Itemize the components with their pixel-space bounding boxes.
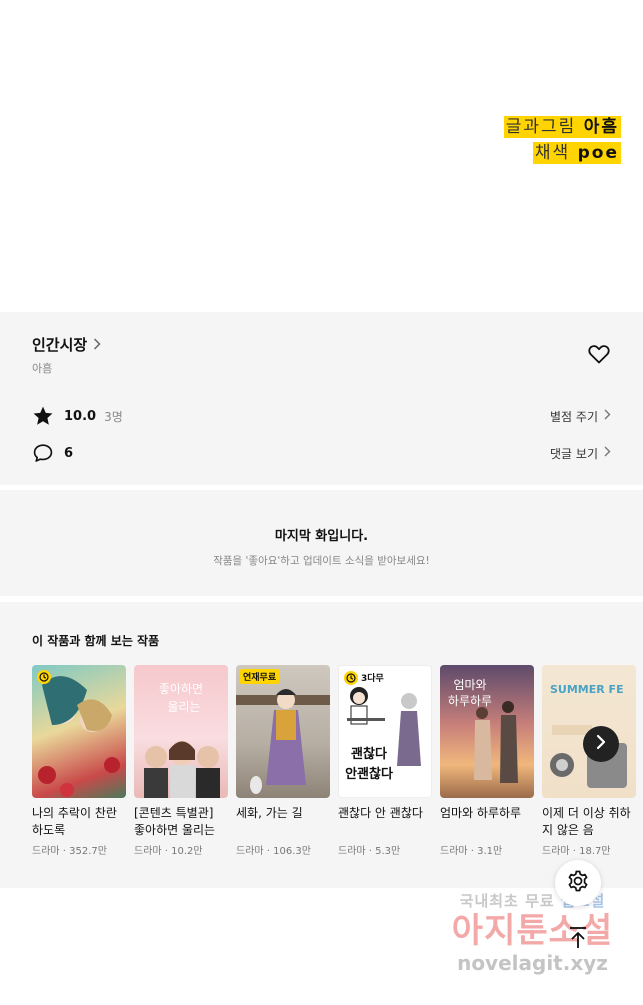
credit-writer: 글과그림 아흠 <box>503 116 621 138</box>
card-title: 괜찮다 안 괜찮다 <box>338 806 423 820</box>
svg-text:괜찮다: 괜찮다 <box>351 746 387 762</box>
settings-icon <box>566 869 590 897</box>
card-meta: 드라마 · 5.3만 <box>338 846 401 857</box>
watermark-brand: 아지툰소설 <box>451 911 614 951</box>
card-title: [콘텐츠 특별관] 좋아하면 울리는 <box>134 806 216 837</box>
last-episode-subtitle: 작품을 '좋아요'하고 업데이트 소식을 받아보세요! <box>213 555 430 567</box>
svg-text:SUMMER FE: SUMMER FE <box>550 683 624 696</box>
recommendation-card[interactable]: 좋아하면 울리는 [콘텐츠 특별관] 좋아하면 울리는 드라마 · 10.2만 <box>134 665 228 857</box>
recommendation-card[interactable]: 연재무료 세화, 가는 길 드라마 · 106.3만 <box>236 665 330 857</box>
work-info-panel: 인간시장 아흠 10.0 3명 별점 주기 6 댓글 보기 <box>0 312 643 485</box>
rate-button-label: 별점 주기 <box>550 409 598 424</box>
card-meta: 드라마 · 3.1만 <box>440 846 503 857</box>
card-meta: 드라마 · 10.2만 <box>134 846 203 857</box>
card-title: 나의 추락이 찬란하도록 <box>32 806 117 837</box>
scroll-top-button[interactable] <box>560 922 596 958</box>
rating-row: 10.0 3명 별점 주기 <box>32 404 611 428</box>
svg-text:안괜찮다: 안괜찮다 <box>345 766 393 782</box>
card-title: 이제 더 이상 취하지 않은 음 <box>542 806 631 837</box>
recommendation-card[interactable]: 나의 추락이 찬란하도록 드라마 · 352.7만 <box>32 665 126 857</box>
rate-button[interactable]: 별점 주기 <box>550 408 611 425</box>
work-author: 아흠 <box>32 362 53 375</box>
svg-text:좋아하면: 좋아하면 <box>159 682 203 696</box>
credit-name: poe <box>577 143 619 163</box>
settings-button[interactable] <box>555 860 601 906</box>
recommendations-carousel: 나의 추락이 찬란하도록 드라마 · 352.7만 좋아하면 울리는 [콘텐츠 … <box>32 665 643 857</box>
rating-count: 3명 <box>104 409 123 424</box>
credit-colorist: 채색 poe <box>504 142 621 164</box>
carousel-next-button[interactable] <box>583 726 619 762</box>
thumbnail-image[interactable]: 연재무료 <box>236 665 330 798</box>
card-meta: 드라마 · 352.7만 <box>32 846 107 857</box>
site-watermark: 국내최초 무료 웹소설 아지툰소설 novelagit.xyz <box>440 890 625 975</box>
svg-text:하루하루: 하루하루 <box>448 694 492 708</box>
watermark-tagline-a: 국내최초 무료 <box>459 892 555 910</box>
watermark-url: novelagit.xyz <box>457 951 608 975</box>
recommendation-card[interactable]: 엄마와 하루하루 엄마와 하루하루 드라마 · 3.1만 <box>440 665 534 857</box>
thumbnail-image[interactable]: 괜찮다 안괜찮다 3다무 <box>338 665 432 798</box>
thumbnail-image[interactable] <box>32 665 126 798</box>
wait-free-badge: 3다무 <box>361 674 384 684</box>
thumbnail-image[interactable]: 엄마와 하루하루 <box>440 665 534 798</box>
work-title: 인간시장 <box>32 336 88 354</box>
svg-text:엄마와: 엄마와 <box>453 678 486 692</box>
scroll-top-icon <box>567 926 589 954</box>
credit-role: 글과그림 <box>505 117 577 137</box>
next-arrow-icon <box>595 734 607 754</box>
card-meta: 드라마 · 106.3만 <box>236 846 311 857</box>
star-icon <box>32 405 54 427</box>
credit-name: 아흠 <box>583 117 619 137</box>
svg-text:울리는: 울리는 <box>167 700 200 714</box>
thumbnail-image[interactable]: 좋아하면 울리는 <box>134 665 228 798</box>
last-episode-notice: 마지막 화입니다. 작품을 '좋아요'하고 업데이트 소식을 받아보세요! <box>0 490 643 596</box>
rating-score: 10.0 <box>64 408 97 424</box>
comment-count: 6 <box>64 445 74 461</box>
card-title: 엄마와 하루하루 <box>440 806 522 820</box>
chevron-right-icon <box>604 409 611 424</box>
heart-icon[interactable] <box>587 342 611 366</box>
recommendation-card[interactable]: 괜찮다 안괜찮다 3다무 괜찮다 안 괜찮다 드라마 · 5.3만 <box>338 665 432 857</box>
credit-role: 채색 <box>534 143 571 163</box>
comments-button[interactable]: 댓글 보기 <box>550 445 611 462</box>
clock-badge-icon <box>344 671 358 685</box>
comment-row: 6 댓글 보기 <box>32 441 611 465</box>
free-serial-badge: 연재무료 <box>240 669 280 684</box>
recommendation-card[interactable]: SUMMER FE 이제 더 이상 취하지 않은 음 드라마 · 18.7만 <box>542 665 636 857</box>
comment-icon <box>32 442 54 464</box>
last-episode-title: 마지막 화입니다. <box>274 529 369 544</box>
chevron-right-icon <box>93 336 101 354</box>
work-title-link[interactable]: 인간시장 <box>32 334 101 355</box>
chevron-right-icon <box>604 446 611 461</box>
recommendations-section: 이 작품과 함께 보는 작품 나의 추락이 찬란하도록 드라마 · 352.7만 <box>0 602 643 888</box>
credits: 글과그림 아흠 채색 poe <box>503 116 621 168</box>
card-meta: 드라마 · 18.7만 <box>542 846 611 857</box>
comments-button-label: 댓글 보기 <box>550 446 598 461</box>
recommendations-heading: 이 작품과 함께 보는 작품 <box>32 634 160 648</box>
card-title: 세화, 가는 길 <box>236 806 303 820</box>
clock-badge-icon <box>37 670 51 684</box>
